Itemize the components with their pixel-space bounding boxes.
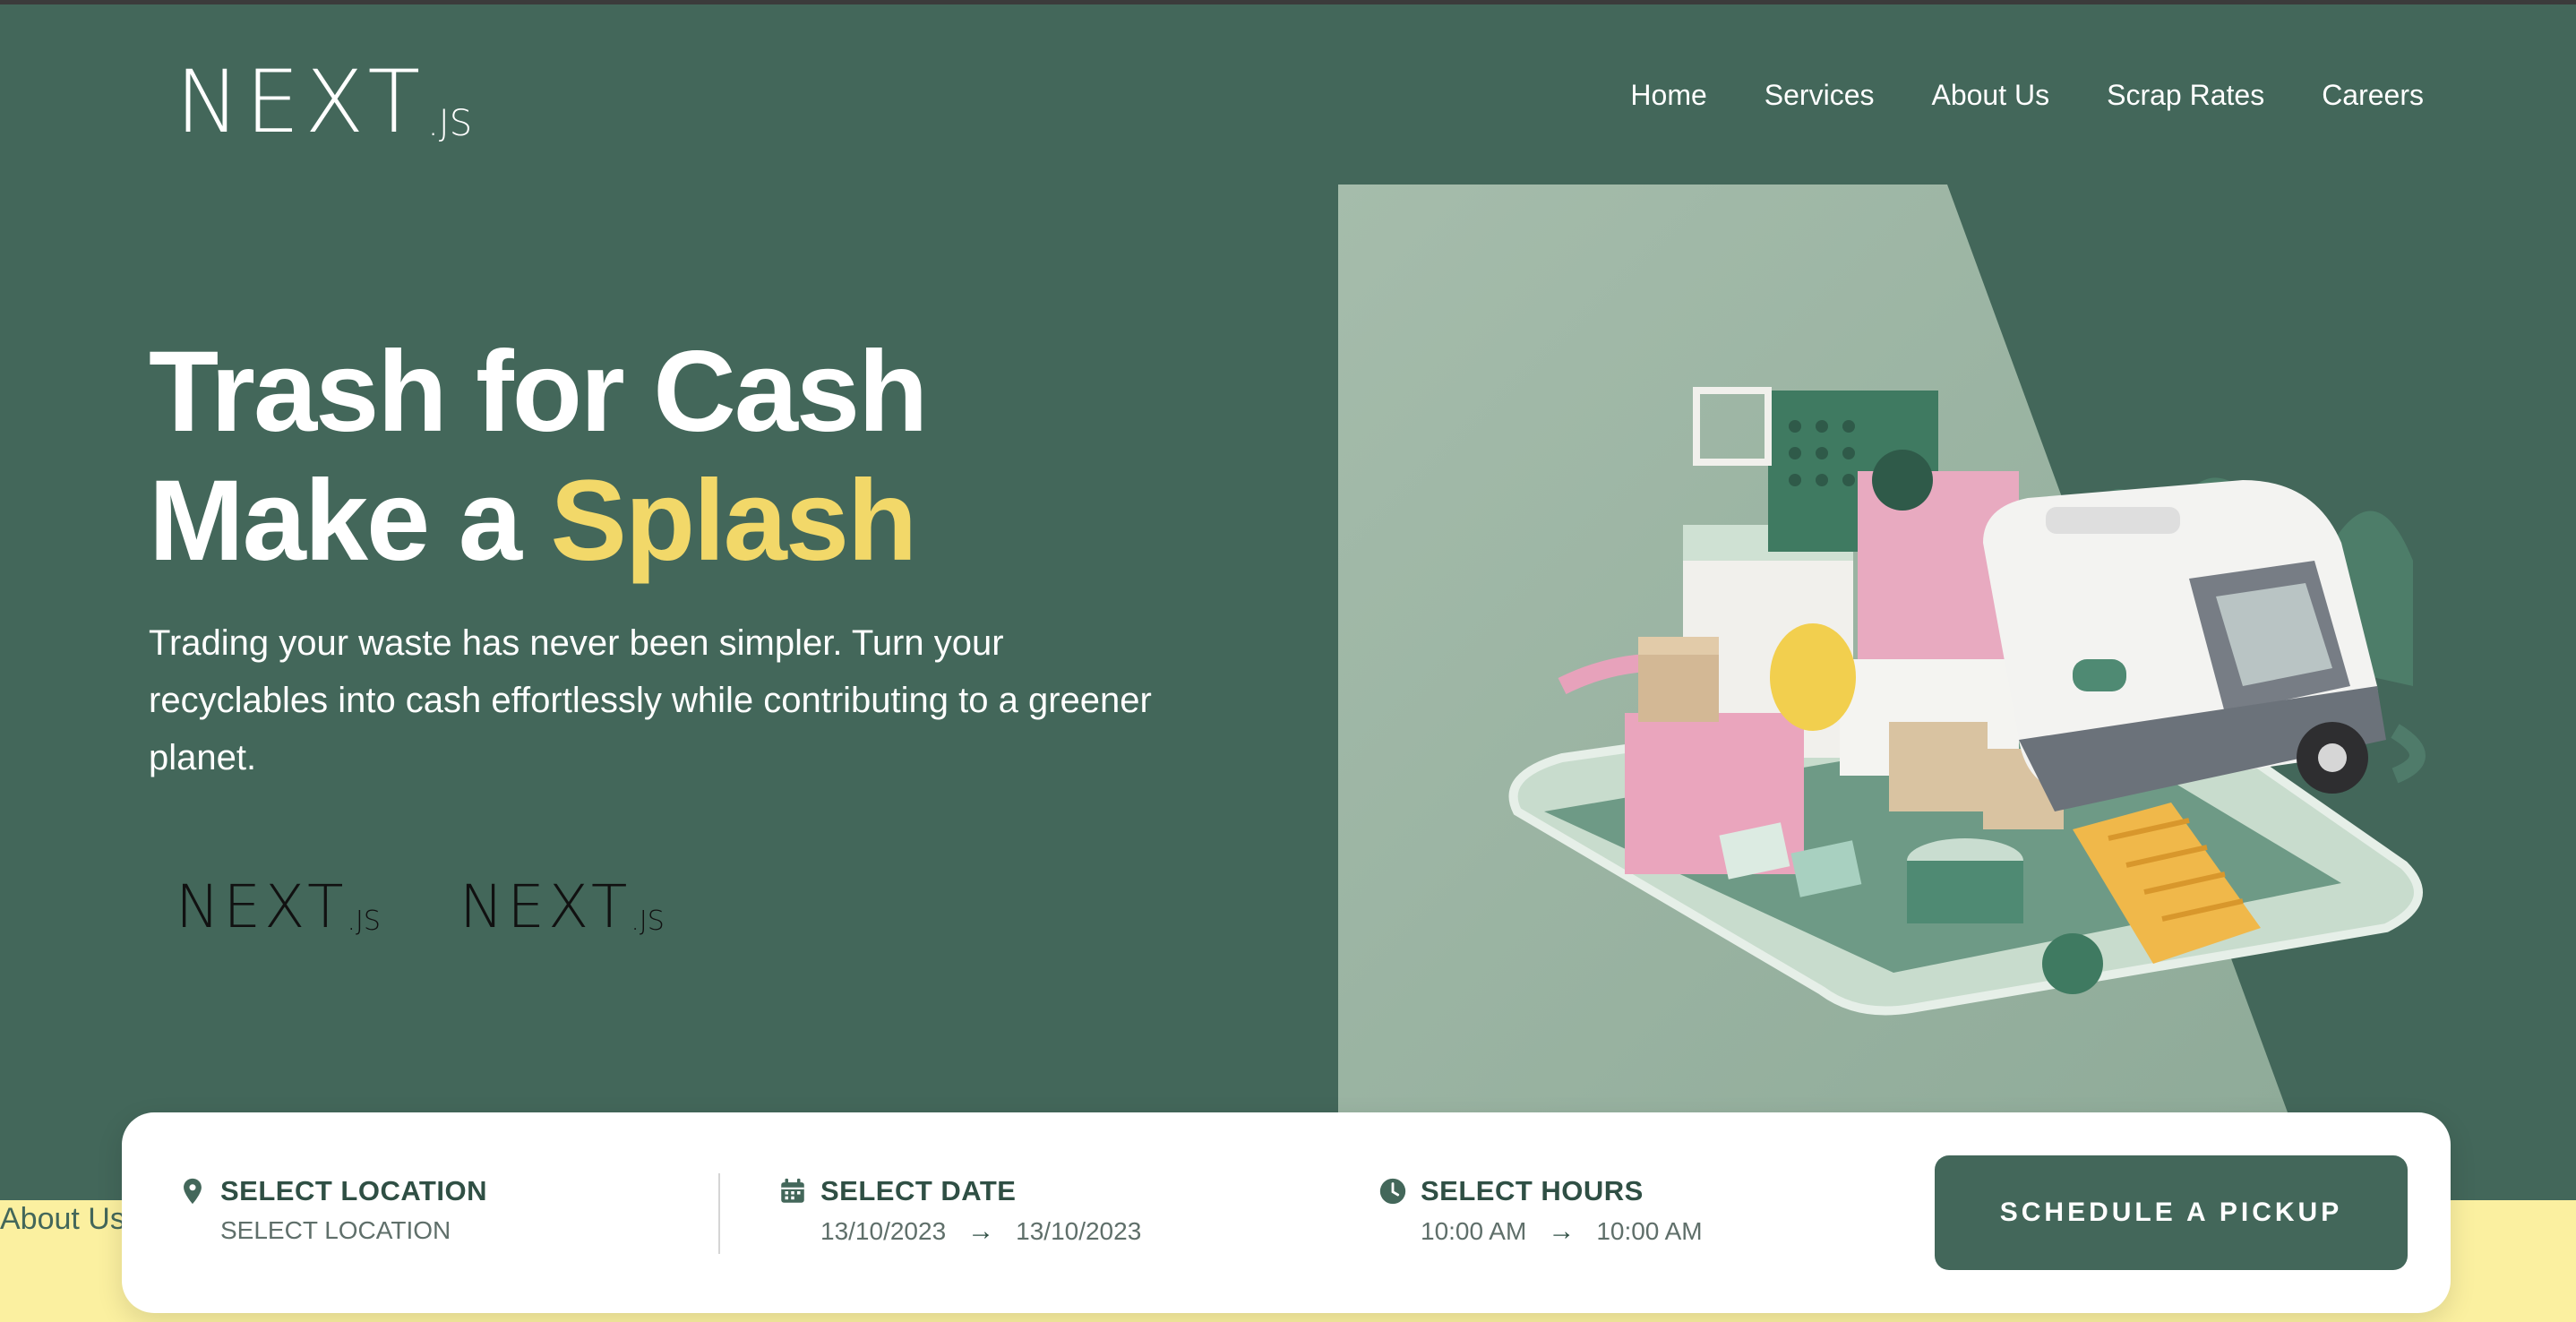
main-nav: Home Services About Us Scrap Rates Caree… [1630, 79, 2424, 112]
hero-title: Trash for Cash Make a Splash [149, 328, 928, 586]
date-label: SELECT DATE [820, 1175, 1017, 1206]
map-pin-icon [184, 1178, 202, 1205]
field-divider [718, 1173, 720, 1254]
site-logo[interactable]: NEXT .JS [176, 59, 472, 145]
nav-about-us[interactable]: About Us [1931, 79, 2049, 112]
date-from: 13/10/2023 [820, 1217, 947, 1245]
hero-title-accent: Splash [550, 457, 918, 585]
hero-illustration [1338, 185, 2576, 1112]
date-to: 13/10/2023 [1016, 1217, 1142, 1245]
location-value: SELECT LOCATION [220, 1216, 451, 1244]
hero-title-line2-prefix: Make a [149, 457, 551, 585]
partner-logo: NEXT .JS [176, 872, 381, 941]
arrow-right-icon: → [967, 1216, 995, 1246]
nav-home[interactable]: Home [1630, 79, 1706, 112]
logo-wordmark: NEXT [176, 52, 426, 152]
location-selector[interactable]: SELECT LOCATION SELECT LOCATION [177, 1175, 487, 1245]
nav-services[interactable]: Services [1765, 79, 1875, 112]
date-selector[interactable]: SELECT DATE 13/10/2023 → 13/10/2023 [777, 1175, 1141, 1247]
location-label: SELECT LOCATION [220, 1175, 487, 1206]
logo-suffix: .JS [427, 103, 473, 144]
nav-scrap-rates[interactable]: Scrap Rates [2107, 79, 2264, 112]
hours-to: 10:00 AM [1596, 1217, 1703, 1245]
hours-selector[interactable]: SELECT HOURS 10:00 AM → 10:00 AM [1378, 1175, 1703, 1247]
calendar-icon [781, 1178, 804, 1203]
partner-logo: NEXT .JS [459, 872, 665, 941]
hours-from: 10:00 AM [1421, 1217, 1527, 1245]
partner-logos: NEXT .JS NEXT .JS [176, 878, 665, 937]
hours-label: SELECT HOURS [1421, 1175, 1644, 1206]
pickup-booking-bar: SELECT LOCATION SELECT LOCATION SELECT D… [122, 1112, 2451, 1313]
arrow-right-icon: → [1548, 1216, 1576, 1246]
about-us-heading-fragment: About Us [0, 1202, 125, 1236]
recycling-van-illustration [1338, 185, 2576, 1112]
clock-icon [1379, 1178, 1406, 1205]
schedule-pickup-button[interactable]: SCHEDULE A PICKUP [1935, 1155, 2408, 1270]
hero-description: Trading your waste has never been simple… [149, 623, 1152, 777]
hero-title-line1: Trash for Cash [149, 328, 928, 456]
window-top-edge [0, 0, 2576, 4]
nav-careers[interactable]: Careers [2322, 79, 2424, 112]
